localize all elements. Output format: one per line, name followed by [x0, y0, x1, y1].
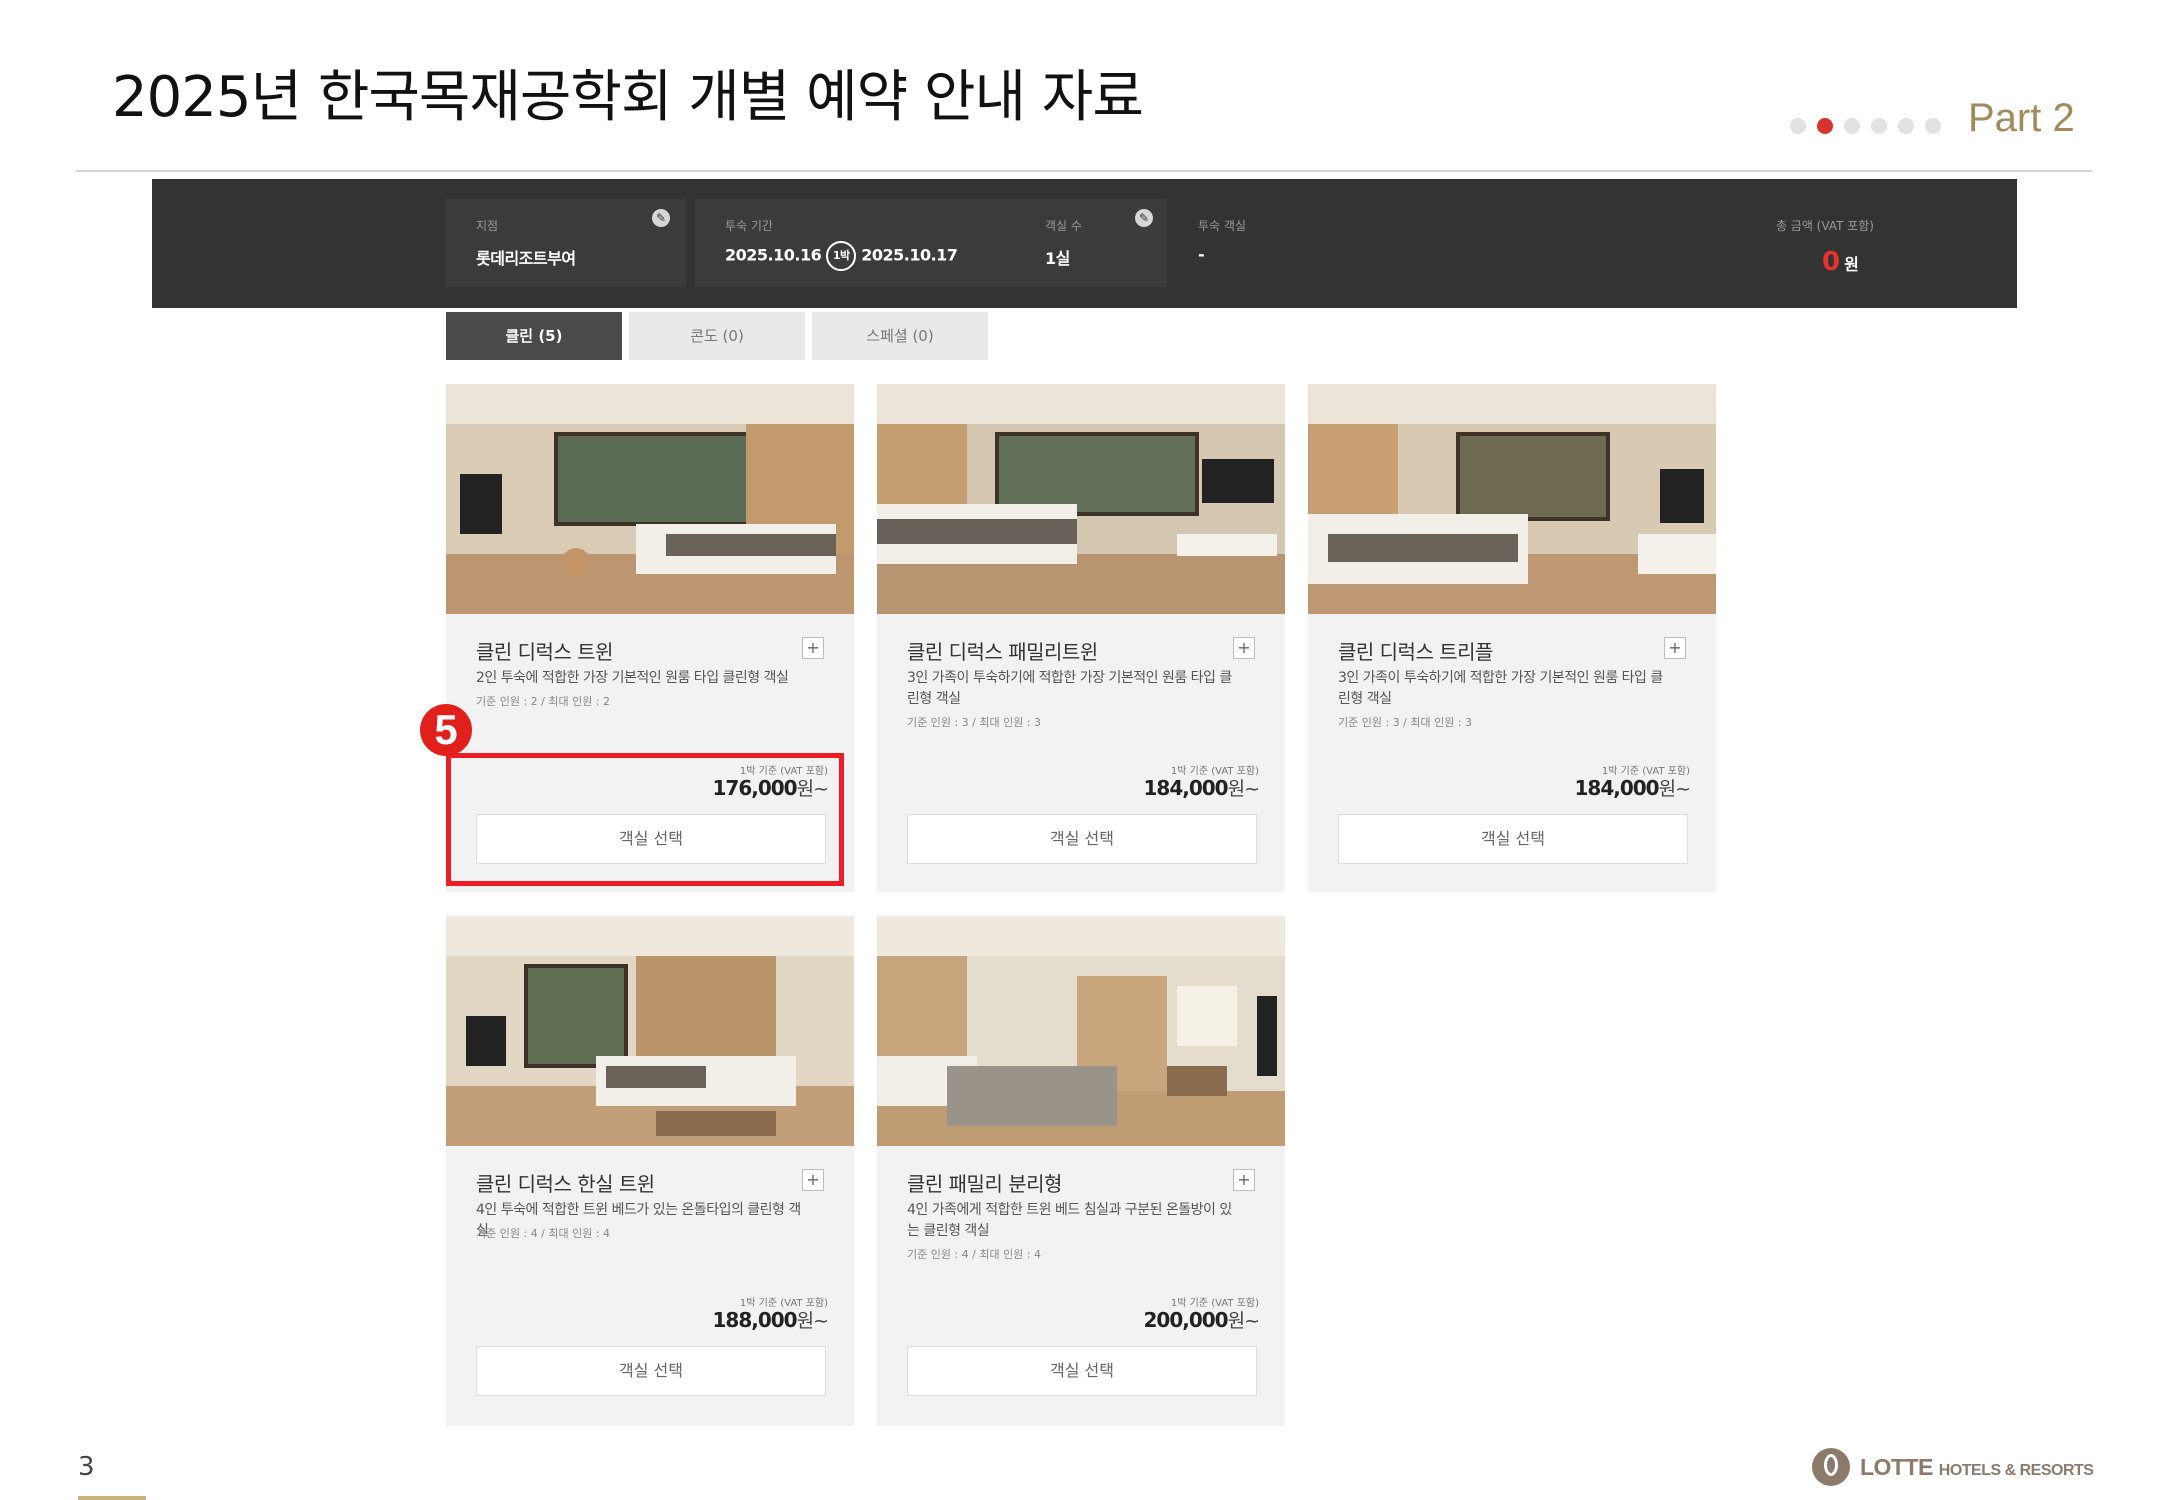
part-label: Part 2	[1968, 96, 2075, 140]
tab-clean[interactable]: 클린 (5)	[446, 312, 622, 360]
stay-period-selector[interactable]: 투숙 기간 2025.10.16 1박 2025.10.17 객실 수 1실 ✎	[695, 199, 1167, 287]
room-description: 4인 가족에게 적합한 트윈 베드 침실과 구분된 온돌방이 있는 클린형 객실	[907, 1202, 1232, 1239]
plus-icon[interactable]: +	[1233, 637, 1255, 659]
price-suffix: 원~	[1658, 778, 1691, 800]
select-room-button[interactable]: 객실 선택	[907, 814, 1257, 864]
total-unit: 원	[1844, 255, 1859, 274]
price-suffix: 원~	[796, 1310, 829, 1332]
logo-brand: LOTTE	[1860, 1453, 1933, 1480]
logo-text: LOTTE HOTELS & RESORTS	[1860, 1453, 2094, 1481]
part-progress-dots	[1790, 118, 1941, 134]
progress-dot	[1898, 118, 1914, 134]
room-description: 3인 가족이 투숙하기에 적합한 가장 기본적인 원룸 타입 클린형 객실	[1338, 670, 1663, 707]
price-value: 200,000	[1143, 1308, 1229, 1332]
rooms-label: 객실 수	[1045, 219, 1082, 233]
edit-icon[interactable]: ✎	[652, 209, 670, 227]
room-occupancy: 기준 인원 : 2 / 최대 인원 : 2	[476, 695, 611, 708]
room-occupancy: 기준 인원 : 4 / 최대 인원 : 4	[476, 1227, 611, 1240]
plus-icon[interactable]: +	[802, 637, 824, 659]
price-value: 184,000	[1143, 776, 1229, 800]
lotte-logo: LOTTE HOTELS & RESORTS	[1810, 1446, 2094, 1488]
room-photo	[877, 916, 1285, 1146]
lotte-logo-icon	[1812, 1448, 1850, 1486]
rooms-value: 1실	[1045, 249, 1070, 268]
page-number: 3	[78, 1452, 95, 1482]
booking-summary-bar: 지점 롯데리조트부여 ✎ 투숙 기간 2025.10.16 1박 2025.10.1…	[152, 179, 2017, 308]
plus-icon[interactable]: +	[1233, 1169, 1255, 1191]
room-photo	[1308, 384, 1716, 614]
room-occupancy: 기준 인원 : 3 / 최대 인원 : 3	[1338, 716, 1473, 729]
room-description: 3인 가족이 투숙하기에 적합한 가장 기본적인 원룸 타입 클린형 객실	[907, 670, 1232, 707]
price-value: 184,000	[1574, 776, 1660, 800]
total-amount: 0원	[1822, 247, 1859, 277]
step-number-badge: 5	[420, 704, 472, 756]
branch-selector[interactable]: 지점 롯데리조트부여 ✎	[446, 199, 686, 287]
room-price: 184,000원~	[1143, 774, 1261, 801]
title-divider	[76, 170, 2092, 172]
room-description: 2인 투숙에 적합한 가장 기본적인 원룸 타입 클린형 객실	[476, 670, 789, 686]
nights-badge: 1박	[826, 241, 857, 271]
select-room-button[interactable]: 객실 선택	[476, 1346, 826, 1396]
room-name: 클린 디럭스 트윈	[476, 640, 614, 664]
room-price: 188,000원~	[712, 1306, 830, 1333]
total-label: 총 금액 (VAT 포함)	[1775, 219, 1874, 233]
plus-icon[interactable]: +	[1664, 637, 1686, 659]
room-photo	[877, 384, 1285, 614]
room-card: 클린 패밀리 분리형 + 4인 가족에게 적합한 트윈 베드 침실과 구분된 온…	[877, 916, 1285, 1426]
room-occupancy: 기준 인원 : 4 / 최대 인원 : 4	[907, 1248, 1042, 1261]
room-type-value: -	[1198, 245, 1205, 264]
branch-label: 지점	[476, 219, 499, 233]
price-value: 188,000	[712, 1308, 798, 1332]
room-price: 200,000원~	[1143, 1306, 1261, 1333]
select-room-button[interactable]: 객실 선택	[907, 1346, 1257, 1396]
progress-dot-active	[1817, 118, 1833, 134]
highlight-box	[446, 753, 844, 886]
room-name: 클린 디럭스 트리플	[1338, 640, 1493, 664]
room-type-label: 투숙 객실	[1198, 219, 1246, 233]
room-photo	[446, 384, 854, 614]
total-value: 0	[1822, 247, 1841, 277]
room-photo	[446, 916, 854, 1146]
checkout-date: 2025.10.17	[861, 245, 958, 265]
progress-dot	[1844, 118, 1860, 134]
progress-dot	[1790, 118, 1806, 134]
tab-special[interactable]: 스페셜 (0)	[812, 312, 988, 360]
room-card: 클린 디럭스 트리플 + 3인 가족이 투숙하기에 적합한 가장 기본적인 원룸…	[1308, 384, 1716, 892]
edit-icon[interactable]: ✎	[1135, 209, 1153, 227]
room-price: 184,000원~	[1574, 774, 1692, 801]
plus-icon[interactable]: +	[802, 1169, 824, 1191]
page-accent-bar	[78, 1496, 146, 1500]
select-room-button[interactable]: 객실 선택	[1338, 814, 1688, 864]
logo-tagline: HOTELS & RESORTS	[1938, 1461, 2094, 1479]
progress-dot	[1871, 118, 1887, 134]
room-name: 클린 디럭스 한실 트윈	[476, 1172, 655, 1196]
progress-dot	[1925, 118, 1941, 134]
room-card: 클린 디럭스 패밀리트윈 + 3인 가족이 투숙하기에 적합한 가장 기본적인 …	[877, 384, 1285, 892]
room-name: 클린 디럭스 패밀리트윈	[907, 640, 1098, 664]
stay-dates: 2025.10.16 1박 2025.10.17	[725, 241, 958, 271]
room-occupancy: 기준 인원 : 3 / 최대 인원 : 3	[907, 716, 1042, 729]
price-suffix: 원~	[1227, 1310, 1260, 1332]
room-name: 클린 패밀리 분리형	[907, 1172, 1062, 1196]
period-label: 투숙 기간	[725, 219, 773, 233]
room-card: 클린 디럭스 한실 트윈 + 4인 투숙에 적합한 트윈 베드가 있는 온돌타입…	[446, 916, 854, 1426]
checkin-date: 2025.10.16	[725, 245, 822, 265]
slide-title: 2025년 한국목재공학회 개별 예약 안내 자료	[112, 65, 1144, 130]
tab-condo[interactable]: 콘도 (0)	[629, 312, 805, 360]
price-suffix: 원~	[1227, 778, 1260, 800]
branch-value: 롯데리조트부여	[476, 249, 576, 268]
